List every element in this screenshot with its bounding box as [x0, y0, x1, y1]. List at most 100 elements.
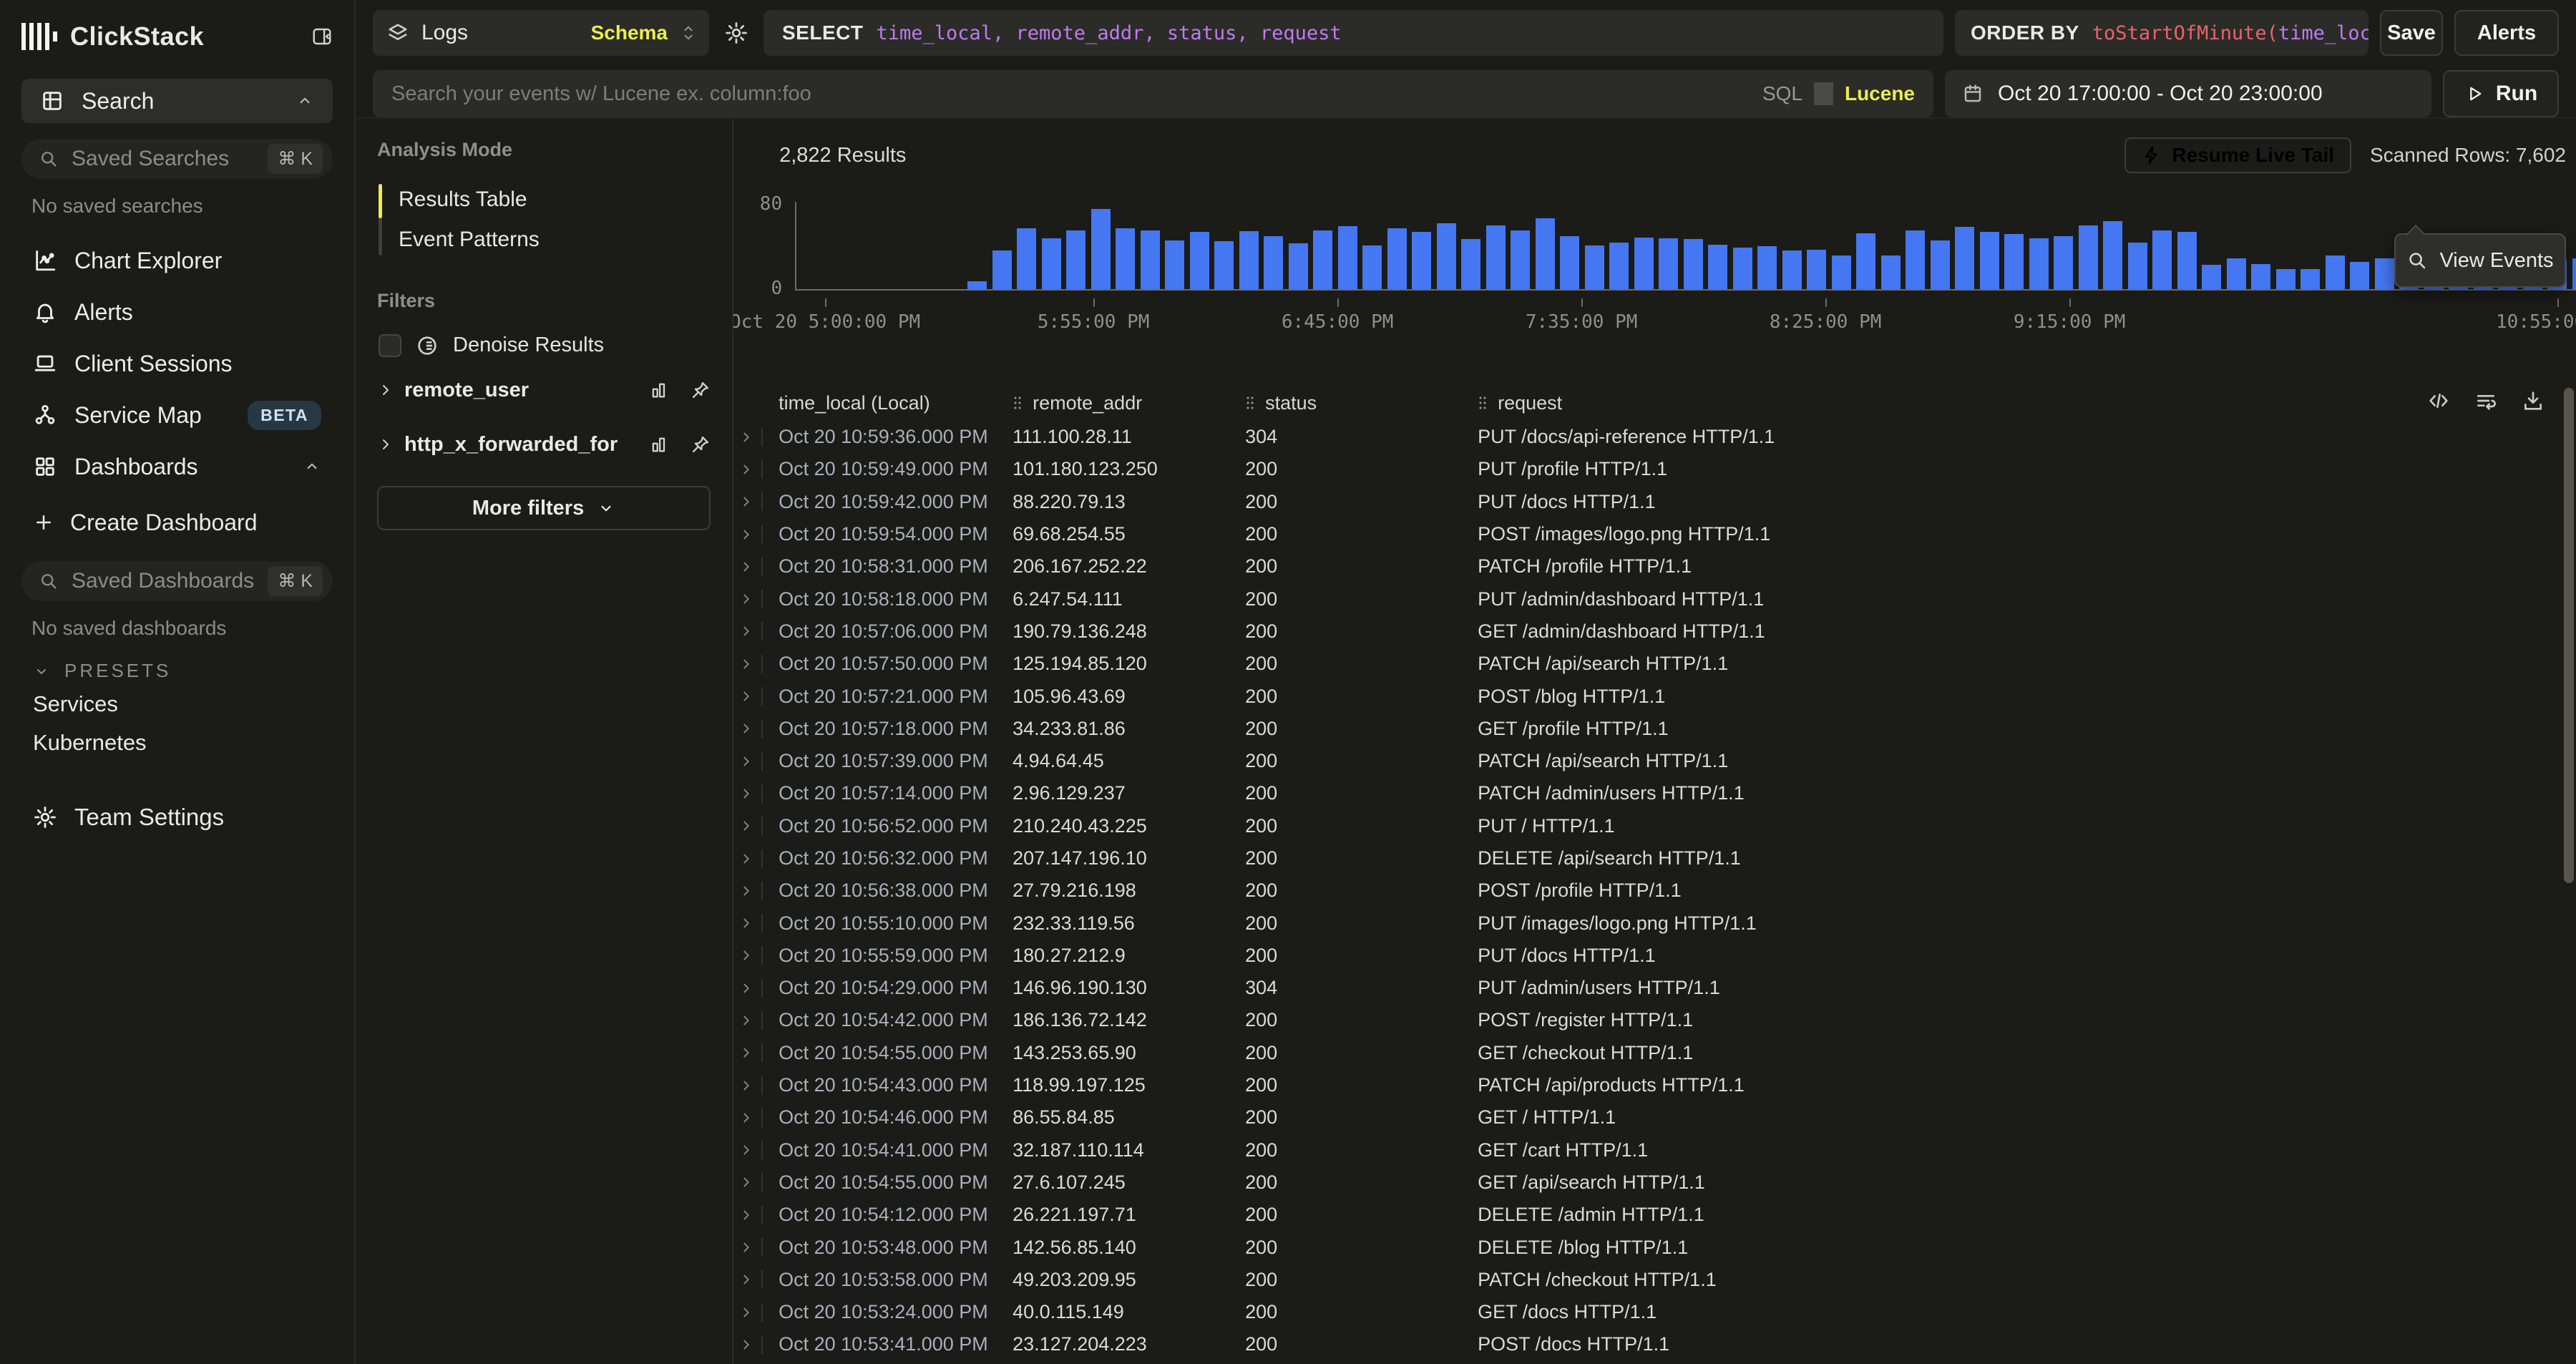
histogram-bar[interactable] [1362, 245, 1382, 289]
histogram-bar[interactable] [1461, 239, 1480, 289]
histogram-bar[interactable] [1980, 232, 1999, 289]
run-button[interactable]: Run [2443, 70, 2559, 117]
expand-row-icon[interactable] [738, 1142, 754, 1158]
table-row[interactable]: Oct 20 10:59:42.000 PM 88.220.79.13 200 … [733, 486, 2576, 518]
expand-row-icon[interactable] [738, 429, 754, 445]
drag-handle-icon[interactable] [1013, 395, 1023, 411]
expand-row-icon[interactable] [738, 915, 754, 931]
histogram-bar[interactable] [1511, 230, 1530, 289]
histogram-bar[interactable] [1733, 248, 1752, 289]
expand-row-icon[interactable] [738, 818, 754, 834]
sidebar-item-alerts[interactable]: Alerts [21, 286, 333, 338]
histogram-bar[interactable] [1313, 230, 1332, 289]
table-row[interactable]: Oct 20 10:56:52.000 PM 210.240.43.225 20… [733, 810, 2576, 842]
alerts-button[interactable]: Alerts [2454, 10, 2559, 56]
expand-row-icon[interactable] [738, 1174, 754, 1190]
expand-row-icon[interactable] [738, 1337, 754, 1353]
histogram-bar[interactable] [1881, 255, 1901, 289]
lang-toggle-sql[interactable]: SQL [1762, 82, 1802, 105]
presets-toggle[interactable]: PRESETS [33, 660, 333, 682]
histogram-bar[interactable] [1141, 230, 1160, 289]
table-row[interactable]: Oct 20 10:58:18.000 PM 6.247.54.111 200 … [733, 583, 2576, 615]
table-row[interactable]: Oct 20 10:55:59.000 PM 180.27.212.9 200 … [733, 940, 2576, 972]
date-range-picker[interactable]: Oct 20 17:00:00 - Oct 20 23:00:00 [1945, 70, 2431, 117]
column-header-time-local[interactable]: time_local (Local) [768, 392, 1013, 414]
expand-row-icon[interactable] [738, 786, 754, 802]
expand-row-icon[interactable] [738, 1078, 754, 1093]
table-row[interactable]: Oct 20 10:57:21.000 PM 105.96.43.69 200 … [733, 680, 2576, 712]
code-view-icon[interactable] [2427, 389, 2450, 412]
expand-row-icon[interactable] [738, 623, 754, 639]
histogram-bar[interactable] [1536, 218, 1555, 289]
table-row[interactable]: Oct 20 10:55:10.000 PM 232.33.119.56 200… [733, 907, 2576, 939]
histogram-bar[interactable] [1289, 243, 1308, 289]
histogram-bar[interactable] [2152, 230, 2172, 289]
histogram-bar[interactable] [1264, 236, 1283, 289]
expand-row-icon[interactable] [738, 754, 754, 769]
histogram-bar[interactable] [2029, 238, 2049, 289]
event-search-input[interactable]: Search your events w/ Lucene ex. column:… [373, 70, 1933, 117]
expand-row-icon[interactable] [738, 688, 754, 704]
expand-row-icon[interactable] [738, 1305, 754, 1320]
expand-row-icon[interactable] [738, 1207, 754, 1223]
table-row[interactable]: Oct 20 10:53:41.000 PM 23.127.204.223 20… [733, 1328, 2576, 1360]
histogram-bar[interactable] [1486, 225, 1506, 289]
histogram-bar[interactable] [2202, 265, 2221, 289]
saved-searches-input[interactable]: Saved Searches ⌘ K [21, 139, 333, 179]
create-dashboard-button[interactable]: Create Dashboard [21, 500, 333, 545]
table-row[interactable]: Oct 20 10:54:12.000 PM 26.221.197.71 200… [733, 1199, 2576, 1231]
view-events-tooltip[interactable]: View Events [2394, 233, 2566, 288]
histogram-bar[interactable] [2079, 225, 2098, 289]
histogram-bar[interactable] [2103, 221, 2122, 289]
sidebar-item-search[interactable]: Search [21, 79, 333, 123]
histogram-bar[interactable] [1931, 240, 1950, 289]
expand-row-icon[interactable] [738, 559, 754, 575]
table-row[interactable]: Oct 20 10:59:36.000 PM 111.100.28.11 304… [733, 421, 2576, 453]
histogram-bar[interactable] [2301, 269, 2320, 289]
histogram-bar[interactable] [2251, 264, 2270, 290]
histogram-bar[interactable] [967, 281, 987, 289]
source-selector[interactable]: Logs Schema [373, 10, 709, 56]
sidebar-item-dashboards[interactable]: Dashboards [21, 441, 333, 492]
source-settings-gear-icon[interactable] [721, 10, 752, 56]
expand-row-icon[interactable] [738, 980, 754, 996]
histogram-bar[interactable] [1017, 228, 1036, 289]
expand-row-icon[interactable] [738, 591, 754, 607]
pin-icon[interactable] [691, 380, 711, 400]
sidebar-item-service-map[interactable]: Service Map BETA [21, 389, 333, 441]
table-row[interactable]: Oct 20 10:54:55.000 PM 143.253.65.90 200… [733, 1037, 2576, 1069]
table-row[interactable]: Oct 20 10:54:46.000 PM 86.55.84.85 200 G… [733, 1101, 2576, 1134]
histogram-bar[interactable] [2177, 232, 2197, 289]
table-row[interactable]: Oct 20 10:57:06.000 PM 190.79.136.248 20… [733, 615, 2576, 648]
histogram-bar[interactable] [1659, 238, 1678, 289]
bar-chart-icon[interactable] [649, 380, 669, 400]
histogram-bar[interactable] [1634, 238, 1654, 289]
histogram-bar[interactable] [1437, 223, 1456, 289]
table-row[interactable]: Oct 20 10:56:38.000 PM 27.79.216.198 200… [733, 875, 2576, 907]
expand-row-icon[interactable] [738, 721, 754, 736]
histogram-bar[interactable] [2326, 255, 2345, 289]
table-scrollbar[interactable] [2564, 388, 2574, 883]
histogram-bar[interactable] [1190, 232, 1209, 289]
table-row[interactable]: Oct 20 10:57:14.000 PM 2.96.129.237 200 … [733, 777, 2576, 809]
histogram-bar[interactable] [1338, 226, 1357, 289]
table-row[interactable]: Oct 20 10:57:50.000 PM 125.194.85.120 20… [733, 648, 2576, 680]
table-row[interactable]: Oct 20 10:53:24.000 PM 40.0.115.149 200 … [733, 1296, 2576, 1328]
column-header-request[interactable]: request [1478, 392, 2576, 414]
expand-row-icon[interactable] [738, 1272, 754, 1287]
expand-row-icon[interactable] [738, 462, 754, 477]
order-by-input[interactable]: ORDER BY toStartOfMinute(time_local) DES… [1955, 10, 2368, 56]
download-icon[interactable] [2522, 389, 2545, 412]
expand-row-icon[interactable] [738, 1110, 754, 1126]
saved-dashboards-input[interactable]: Saved Dashboards ⌘ K [21, 561, 333, 601]
sidebar-collapse-icon[interactable] [311, 26, 333, 47]
column-header-remote-addr[interactable]: remote_addr [1013, 392, 1245, 414]
histogram-bar[interactable] [1832, 255, 1851, 289]
histogram-bar[interactable] [1091, 209, 1111, 289]
expand-row-icon[interactable] [738, 494, 754, 510]
more-filters-button[interactable]: More filters [377, 486, 711, 530]
lang-toggle-lucene[interactable]: Lucene [1845, 82, 1915, 105]
expand-row-icon[interactable] [738, 851, 754, 867]
expand-row-icon[interactable] [738, 656, 754, 672]
histogram-bar[interactable] [1585, 245, 1604, 289]
